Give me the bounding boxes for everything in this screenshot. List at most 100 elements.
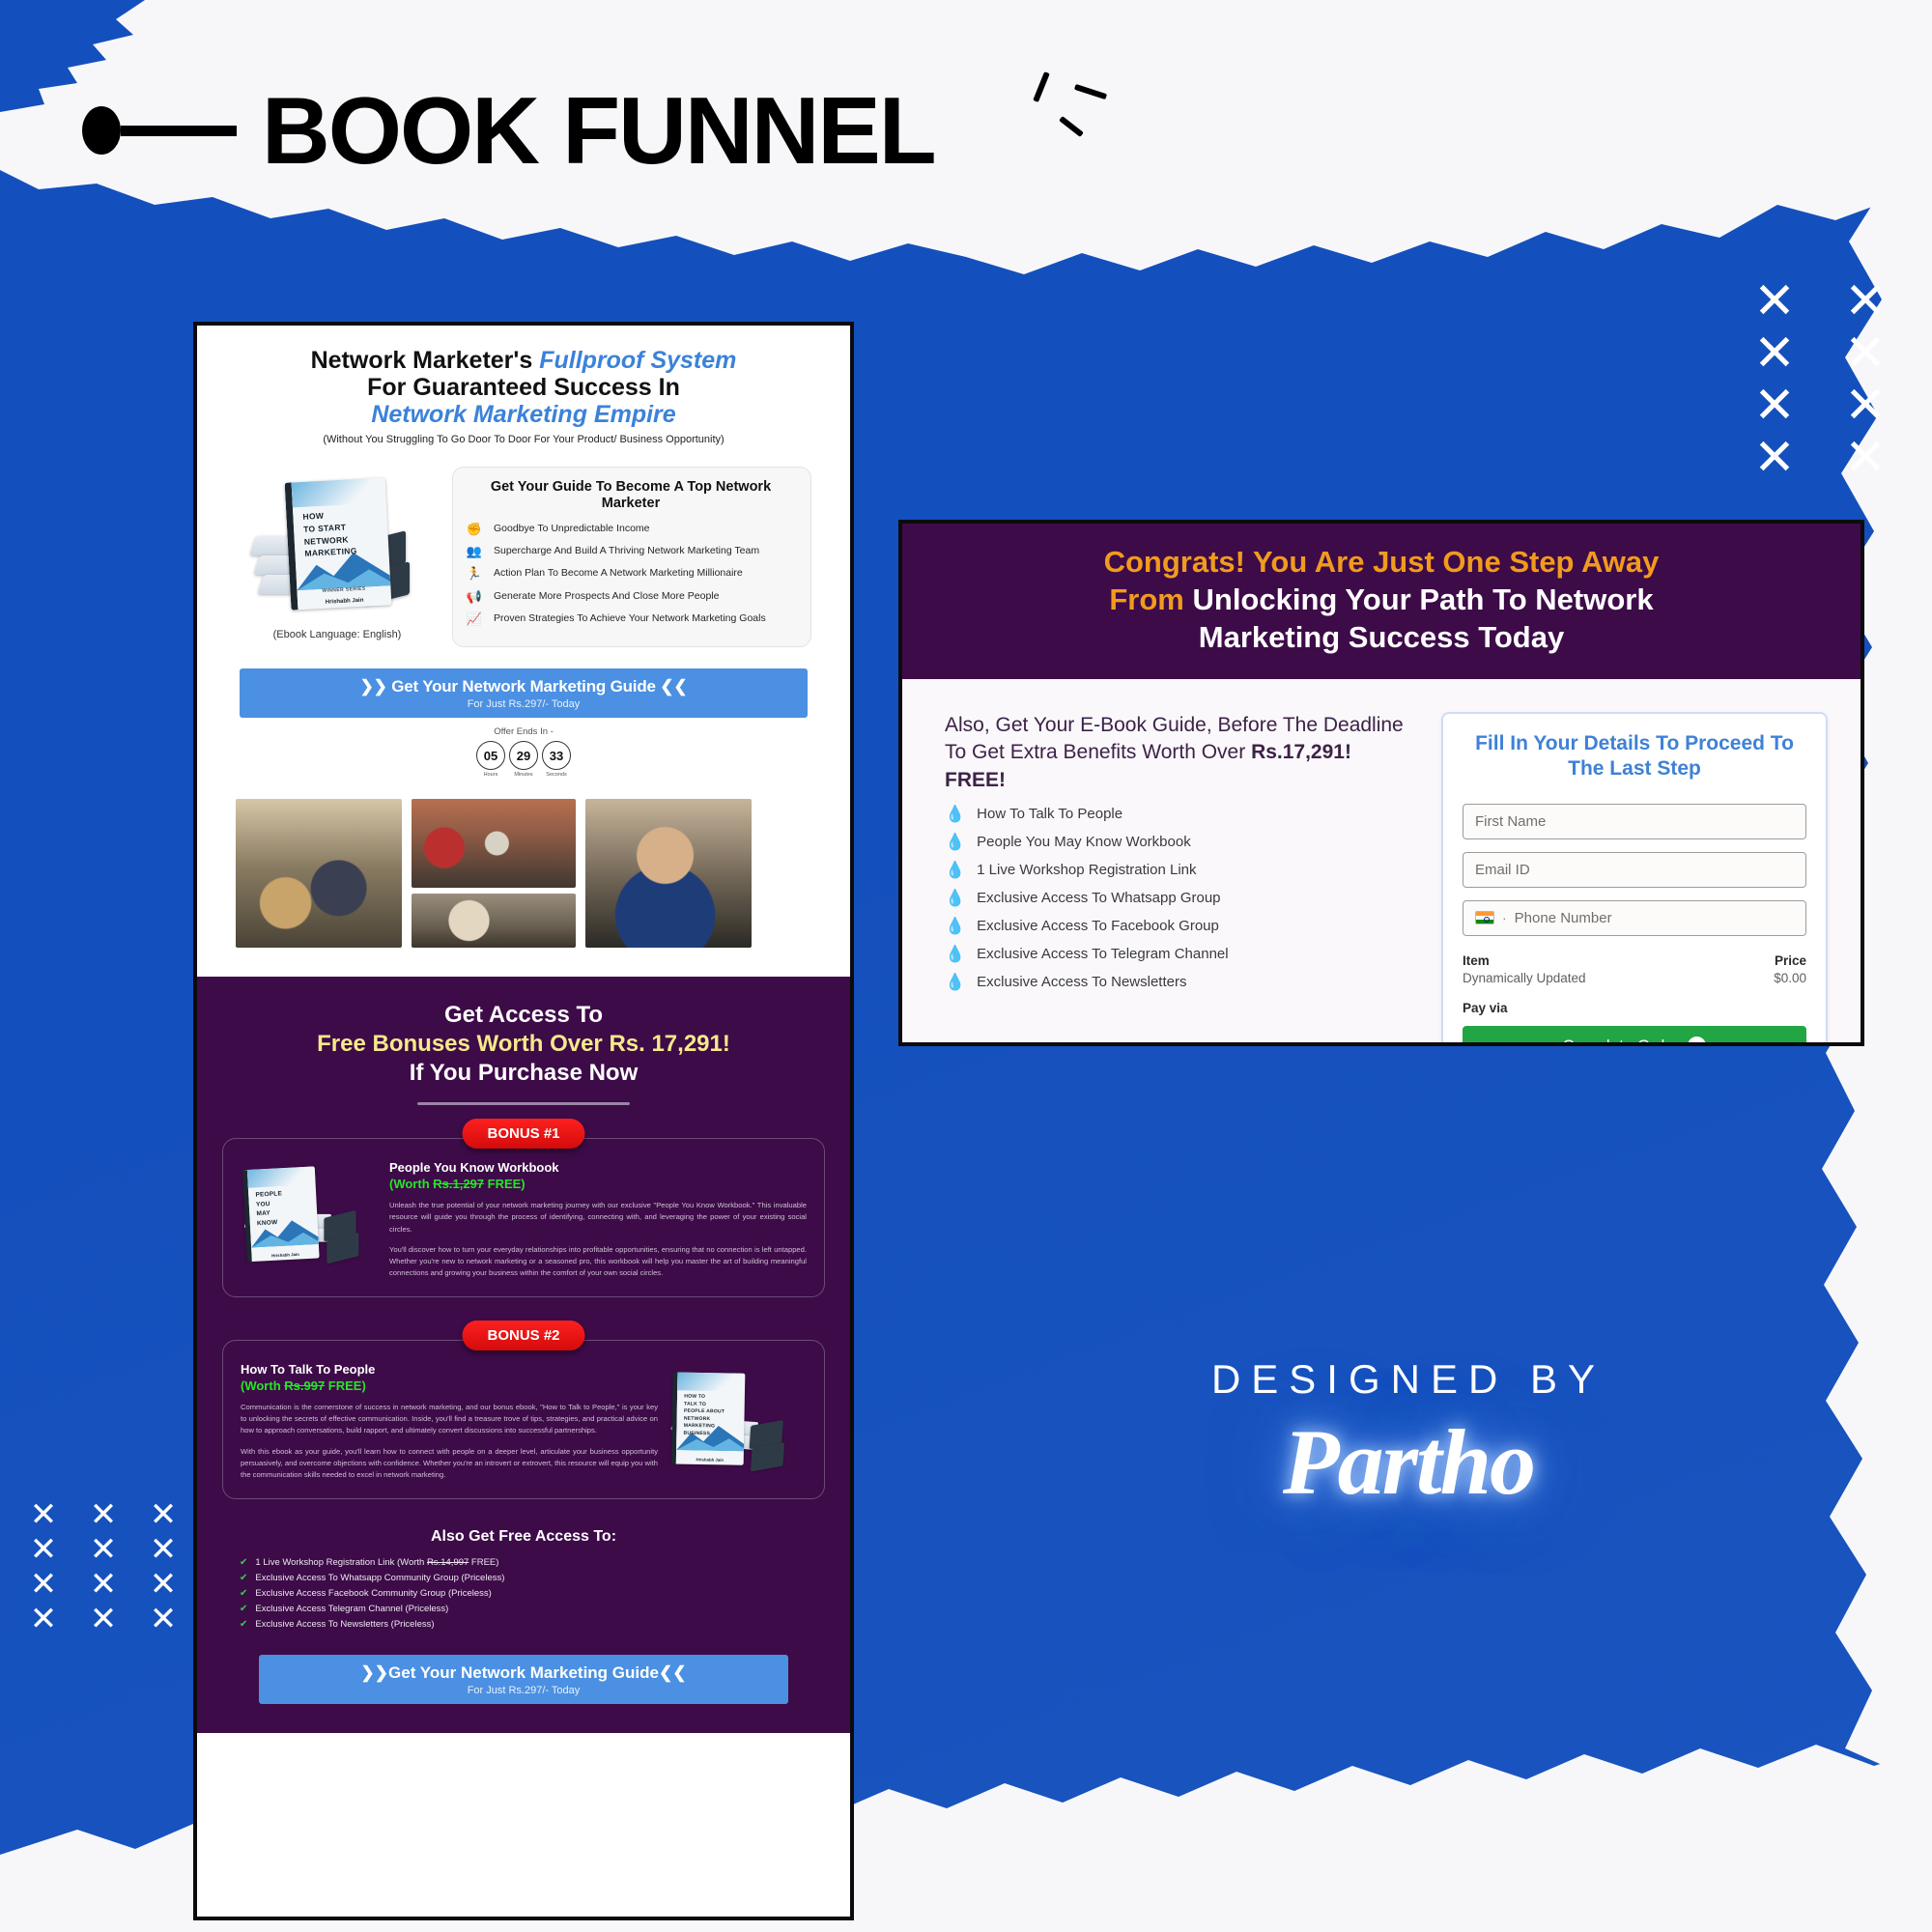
team-icon: 👥 [466, 544, 483, 559]
decor-x-grid-bottom-left: ✕ ✕ ✕ ✕ ✕ ✕ ✕ ✕ ✕ ✕ ✕ ✕ [14, 1497, 193, 1636]
landing-hero-section: Network Marketer's Fullproof System For … [197, 326, 850, 978]
decor-x-icon: ✕ [29, 1531, 58, 1568]
worth-suffix: FREE) [484, 1177, 526, 1192]
guide-feature-card: Get Your Guide To Become A Top Network M… [452, 467, 811, 648]
gallery-photo [236, 799, 402, 949]
worth-prefix: (Worth [241, 1378, 285, 1394]
list-item: ✔ 1 Live Workshop Registration Link (Wor… [240, 1557, 825, 1568]
guide-feature-label: Supercharge And Build A Thriving Network… [494, 545, 760, 557]
cover-band [246, 1166, 316, 1189]
decor-x-icon: ✕ [89, 1531, 118, 1568]
decor-x-icon: ✕ [1753, 430, 1796, 486]
landing-subheadline: (Without You Struggling To Go Door To Do… [323, 434, 724, 445]
book-front-cover: HOW TO TALK TO PEOPLE ABOUT NETWORK MARK… [670, 1372, 746, 1465]
cover-title-line: HOW [302, 510, 325, 522]
cover-title-line: TO START [302, 522, 347, 534]
offer-item-label: Exclusive Access To Telegram Channel [977, 946, 1229, 963]
cta-sublabel: For Just Rs.297/- Today [467, 1684, 581, 1696]
bonus-paragraph: You'll discover how to turn your everyda… [389, 1244, 807, 1277]
list-item: ✔ Exclusive Access To Newsletters (Price… [240, 1619, 825, 1630]
primary-cta-button-bottom[interactable]: ❯❯Get Your Network Marketing Guide❮❮ For… [259, 1654, 788, 1704]
cover-title-line: TALK TO [684, 1401, 707, 1407]
raised-fist-icon: ✊ [466, 521, 483, 536]
book-spine [750, 1442, 785, 1472]
bonus-badge: BONUS #2 [462, 1321, 585, 1351]
phone-field[interactable]: · Phone Number [1463, 899, 1806, 936]
headline-accent-2: Network Marketing Empire [371, 401, 676, 428]
checkout-page-mockup: Congrats! You Are Just One Step Away Fro… [898, 520, 1864, 1046]
cover-title-line: MARKETING [304, 546, 357, 559]
offer-item-label: Exclusive Access To Facebook Group [977, 918, 1219, 935]
cover-author: Hrishabh Jain [696, 1458, 724, 1463]
email-field[interactable]: Email ID [1463, 851, 1806, 888]
cover-band [291, 477, 386, 508]
bonus-title-line-3: If You Purchase Now [409, 1060, 639, 1087]
guide-feature-label: Proven Strategies To Achieve Your Networ… [494, 611, 766, 624]
timer-value: 29 [509, 741, 538, 771]
offer-list-item: 💧 Exclusive Access To Whatsapp Group [945, 890, 1408, 906]
item-suffix: FREE) [469, 1556, 499, 1568]
cover-title-line: NETWORK [683, 1415, 711, 1422]
timer-value: 33 [542, 741, 571, 771]
offer-list-item: 💧 How To Talk To People [945, 806, 1408, 822]
timer-value: 05 [476, 741, 505, 771]
offer-list-item: 💧 People You May Know Workbook [945, 834, 1408, 850]
primary-cta-button-top[interactable]: ❯❯ Get Your Network Marketing Guide ❮❮ F… [240, 668, 808, 719]
decor-x-icon: ✕ [1753, 378, 1796, 434]
headline-plain-line-2: Unlocking Your Path To Network [1192, 582, 1654, 617]
headline-accent-line-1: Congrats! You Are Just One Step Away [1103, 545, 1660, 579]
also-free-access-title: Also Get Free Access To: [430, 1527, 617, 1545]
flame-icon: 💧 [945, 917, 966, 936]
guide-card-title: Get Your Guide To Become A Top Network M… [490, 479, 772, 512]
timer-label: Minutes [514, 772, 533, 779]
pay-via-label: Pay via [1463, 1000, 1508, 1015]
decor-x-icon: ✕ [1844, 326, 1887, 382]
bonus-worth: (Worth Rs.1,297 FREE) [389, 1177, 807, 1191]
worth-suffix: FREE) [325, 1378, 366, 1394]
headline-accent-from: From [1109, 582, 1193, 617]
first-name-field[interactable]: First Name [1463, 803, 1806, 839]
decor-x-icon: ✕ [1844, 430, 1887, 486]
bonus-text-1: People You Know Workbook (Worth Rs.1,297… [389, 1160, 807, 1279]
decor-x-icon: ✕ [29, 1601, 58, 1637]
order-table-row: Dynamically Updated $0.00 [1463, 971, 1806, 985]
brand-logo: BOOK FUNNEL [82, 83, 937, 178]
decor-x-icon: ✕ [29, 1496, 58, 1533]
decor-x-icon: ✕ [29, 1566, 58, 1603]
offer-list-item: 💧 Exclusive Access To Facebook Group [945, 918, 1408, 934]
timer-label: Seconds [546, 772, 567, 779]
cover-title-line: BUSINESS [683, 1430, 711, 1436]
cover-author: Hrishabh Jain [325, 597, 364, 606]
decor-x-icon: ✕ [1911, 327, 1932, 380]
offer-list-item: 💧 1 Live Workshop Registration Link [945, 862, 1408, 878]
complete-order-button[interactable]: Complete Order ➜ [1463, 1025, 1806, 1046]
email-placeholder: Email ID [1475, 861, 1530, 878]
testimonial-photo-gallery [236, 799, 811, 949]
worth-struck-price: Rs.997 [284, 1378, 326, 1394]
decor-x-icon: ✕ [89, 1601, 118, 1637]
bonus-card-1: BONUS #1 PEOPLE YOU MAY KNOW Hrishabh Ja… [222, 1119, 825, 1298]
ebook-column: HOW TO START NETWORK MARKETING WINNER SE… [236, 467, 439, 647]
ebook-cover-image: HOW TO START NETWORK MARKETING WINNER SE… [245, 467, 429, 613]
flame-icon: 💧 [945, 889, 966, 908]
gallery-photo-column [412, 799, 576, 949]
offer-item-label: 1 Live Workshop Registration Link [977, 862, 1197, 879]
check-icon: ✔ [240, 1572, 248, 1583]
book-front-cover: PEOPLE YOU MAY KNOW Hrishabh Jain [242, 1166, 320, 1263]
bonus-worth: (Worth Rs.997 FREE) [241, 1378, 658, 1393]
item-prefix: 1 Live Workshop Registration Link (Worth [255, 1556, 427, 1568]
item-price-value: $0.00 [1774, 970, 1806, 985]
offer-item-label: How To Talk To People [977, 806, 1123, 823]
ebook-language-note: (Ebook Language: English) [272, 629, 402, 640]
bonus-title: People You Know Workbook [389, 1160, 559, 1176]
gallery-photo [412, 894, 576, 949]
decor-x-icon: ✕ [1844, 273, 1887, 329]
cover-title: HOW TO TALK TO PEOPLE ABOUT NETWORK MARK… [684, 1393, 725, 1437]
list-item-label: Exclusive Access Telegram Channel (Price… [255, 1603, 449, 1614]
checkout-form: Fill In Your Details To Proceed To The L… [1441, 712, 1828, 1046]
complete-order-label: Complete Order [1562, 1036, 1680, 1046]
checkout-header: Congrats! You Are Just One Step Away Fro… [902, 524, 1861, 680]
bonus-title-line-1: Get Access To [443, 1002, 604, 1029]
decor-x-icon: ✕ [1753, 326, 1796, 382]
landing-page-mockup: Network Marketer's Fullproof System For … [193, 322, 854, 1920]
